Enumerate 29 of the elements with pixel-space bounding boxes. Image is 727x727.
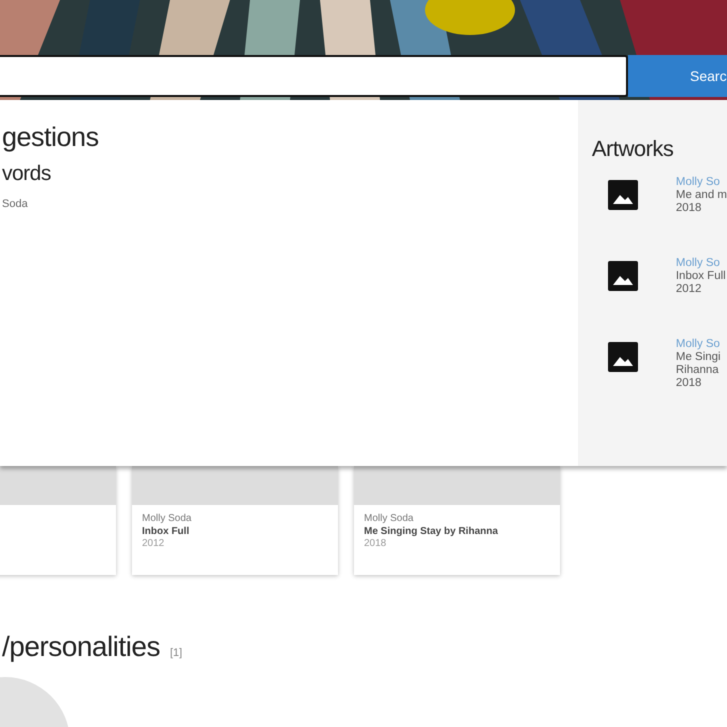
keywords-heading: vords bbox=[2, 162, 52, 186]
artwork-year: 2012 bbox=[676, 283, 702, 296]
image-icon bbox=[608, 180, 638, 210]
artwork-card[interactable]: Molly Soda Inbox Full 2012 bbox=[132, 466, 338, 575]
section-count: [1] bbox=[170, 647, 182, 659]
card-title: Inbox Full bbox=[142, 526, 190, 538]
artwork-title: Rihanna bbox=[676, 364, 720, 377]
card-year: 2018 bbox=[364, 538, 388, 550]
keyword-suggestion[interactable]: Soda bbox=[2, 198, 578, 210]
card-title: Me Singing Stay by Rihanna bbox=[364, 526, 499, 538]
artwork-card[interactable]: Molly Soda Me Singing Stay by Rihanna 2018 bbox=[354, 466, 560, 575]
search-button[interactable]: Searc bbox=[628, 55, 727, 97]
section-heading: /personalities bbox=[2, 631, 160, 663]
artwork-year: 2018 bbox=[676, 202, 702, 215]
search-field[interactable] bbox=[0, 55, 628, 97]
card-artist: Molly Soda bbox=[142, 513, 192, 526]
artist-link[interactable]: Molly So bbox=[676, 257, 726, 270]
artwork-title: Inbox Full bbox=[676, 270, 726, 283]
artist-link[interactable]: Molly So bbox=[676, 338, 721, 351]
card-year: 2012 bbox=[142, 538, 166, 550]
artwork-title: Me and m bbox=[676, 189, 727, 202]
image-icon bbox=[608, 342, 638, 372]
suggestions-heading: gestions bbox=[2, 122, 100, 153]
artwork-year: 2018 bbox=[676, 377, 702, 390]
artwork-title: Me Singi bbox=[676, 351, 721, 364]
artist-link[interactable]: Molly So bbox=[676, 176, 727, 189]
card-artist: Molly Soda bbox=[364, 513, 414, 526]
artworks-heading: Artworks bbox=[592, 136, 674, 162]
image-icon bbox=[608, 261, 638, 291]
